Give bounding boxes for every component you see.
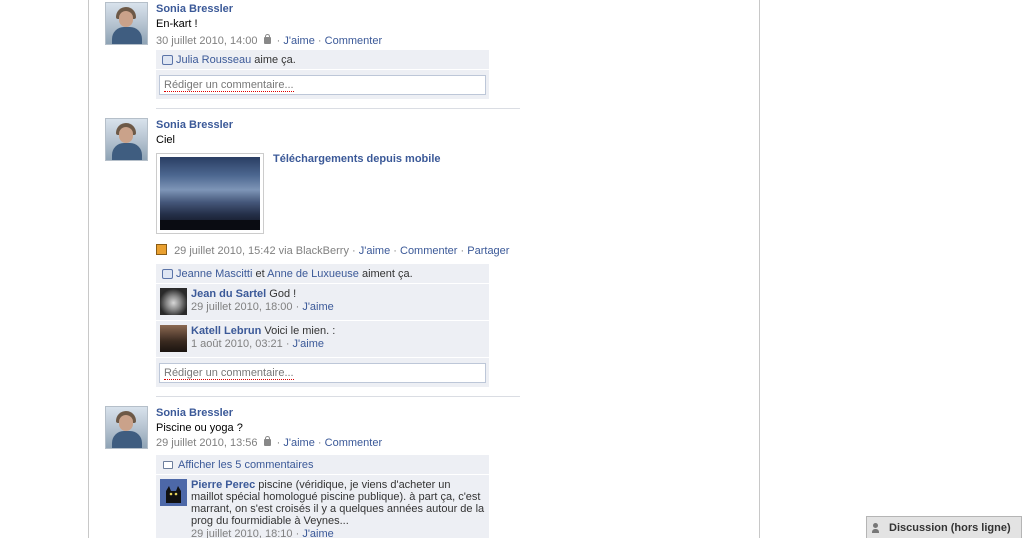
author-name-link[interactable]: Sonia Bressler <box>156 2 491 16</box>
sky-photo <box>160 157 260 230</box>
like-link[interactable]: J'aime <box>283 35 314 47</box>
comment-text: Voici le mien. : <box>264 325 336 337</box>
comment-item: Pierre Perec piscine (véridique, je vien… <box>156 475 489 538</box>
comment-like-link[interactable]: J'aime <box>302 528 333 538</box>
author-name-link[interactable]: Sonia Bressler <box>156 406 491 420</box>
author-avatar[interactable] <box>105 406 148 449</box>
comment-block: Jeanne Mascitti et Anne de Luxueuse aime… <box>156 264 489 388</box>
comment-link[interactable]: Commenter <box>400 245 457 257</box>
comment-input[interactable]: Rédiger un commentaire... <box>159 363 486 383</box>
comment-input-row: Rédiger un commentaire... <box>156 358 489 388</box>
album-link[interactable]: Téléchargements depuis mobile <box>273 153 441 165</box>
comment-date: 29 juillet 2010, 18:00 <box>191 301 293 313</box>
post-meta: 29 juillet 2010, 15:42 via BlackBerry · … <box>156 244 509 258</box>
comment-like-link[interactable]: J'aime <box>302 301 333 313</box>
like-link[interactable]: J'aime <box>359 245 390 257</box>
liker-name[interactable]: Jeanne Mascitti <box>176 268 252 280</box>
post-meta: 30 juillet 2010, 14:00 · J'aime · Commen… <box>156 34 383 47</box>
feed-left-border <box>88 0 89 538</box>
commenter-avatar[interactable] <box>160 288 187 315</box>
photo-thumbnail[interactable] <box>156 153 264 234</box>
post-date[interactable]: 30 juillet 2010, 14:00 <box>156 35 258 47</box>
author-name-link[interactable]: Sonia Bressler <box>156 118 491 132</box>
post-message: Ciel <box>156 134 175 146</box>
liker-name[interactable]: Julia Rousseau <box>176 54 251 66</box>
liker-name[interactable]: Anne de Luxueuse <box>267 268 359 280</box>
comment-item: Jean du Sartel God ! 29 juillet 2010, 18… <box>156 284 489 321</box>
feed-right-border <box>759 0 760 538</box>
show-all-comments[interactable]: Afficher les 5 commentaires <box>156 455 489 475</box>
commenter-avatar[interactable] <box>160 479 187 506</box>
share-link[interactable]: Partager <box>467 245 509 257</box>
comment-link[interactable]: Commenter <box>325 35 382 47</box>
commenter-avatar[interactable] <box>160 325 187 352</box>
post-message: En-kart ! <box>156 18 198 30</box>
comment-like-link[interactable]: J'aime <box>293 338 324 350</box>
post-message: Piscine ou yoga ? <box>156 422 243 434</box>
commenter-name[interactable]: Katell Lebrun <box>191 325 261 337</box>
comment-item: Katell Lebrun Voici le mien. : 1 août 20… <box>156 321 489 358</box>
post-date[interactable]: 29 juillet 2010, 15:42 via BlackBerry <box>174 245 349 257</box>
post-meta: 29 juillet 2010, 13:56 · J'aime · Commen… <box>156 436 383 449</box>
privacy-lock-icon <box>263 34 271 44</box>
likes-row: Julia Rousseau aime ça. <box>156 50 489 70</box>
likes-row: Jeanne Mascitti et Anne de Luxueuse aime… <box>156 264 489 284</box>
commenter-name[interactable]: Jean du Sartel <box>191 288 266 300</box>
like-link[interactable]: J'aime <box>283 437 314 449</box>
author-avatar[interactable] <box>105 118 148 161</box>
comment-date: 29 juillet 2010, 18:10 <box>191 528 293 538</box>
comment-block: Julia Rousseau aime ça. Rédiger un comme… <box>156 50 489 100</box>
cat-icon <box>160 479 187 506</box>
chat-user-icon <box>872 523 884 533</box>
comment-text: God ! <box>269 288 297 300</box>
comment-link[interactable]: Commenter <box>325 437 382 449</box>
post-date[interactable]: 29 juillet 2010, 13:56 <box>156 437 258 449</box>
comment-bubble-icon <box>163 461 173 469</box>
comment-input[interactable]: Rédiger un commentaire... <box>159 75 486 95</box>
author-avatar[interactable] <box>105 2 148 45</box>
comment-input-row: Rédiger un commentaire... <box>156 70 489 100</box>
privacy-lock-icon <box>263 436 271 446</box>
comment-block: Afficher les 5 commentaires Pierre Perec… <box>156 455 489 538</box>
commenter-name[interactable]: Pierre Perec <box>191 479 255 491</box>
chat-bar[interactable]: Discussion (hors ligne) <box>866 516 1022 538</box>
story-divider <box>156 108 520 109</box>
comment-date: 1 août 2010, 03:21 <box>191 338 283 350</box>
story-divider <box>156 396 520 397</box>
thumbs-up-icon <box>162 269 173 279</box>
chat-label: Discussion (hors ligne) <box>889 522 1011 534</box>
thumbs-up-icon <box>162 55 173 65</box>
mobile-upload-icon <box>156 244 167 255</box>
